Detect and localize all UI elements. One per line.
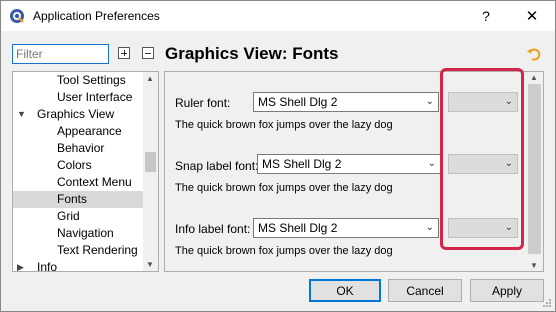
tree-item-label: Graphics View	[37, 107, 115, 121]
resize-grip-icon[interactable]	[542, 298, 552, 308]
scroll-down-icon[interactable]: ▼	[530, 261, 538, 270]
tree-item-label: Grid	[57, 209, 80, 223]
snap-label-font-preview: The quick brown fox jumps over the lazy …	[175, 182, 393, 194]
settings-tree: Tool Settings User Interface ▼ Graphics V…	[12, 71, 159, 272]
tree-item-label: Context Menu	[57, 175, 132, 189]
tree-item-label: Fonts	[57, 192, 88, 206]
info-label-font-label: Info label font:	[175, 222, 251, 236]
tree-item-label: User Interface	[57, 90, 133, 104]
chevron-down-icon[interactable]: ▼	[17, 106, 26, 123]
ok-button[interactable]: OK	[309, 279, 381, 302]
ruler-font-value: MS Shell Dlg 2	[258, 95, 338, 109]
snap-label-font-value: MS Shell Dlg 2	[262, 157, 342, 171]
snap-label-font-label: Snap label font:	[175, 159, 259, 173]
tree-item-label: Tool Settings	[57, 73, 126, 87]
highlight-annotation	[440, 68, 524, 250]
info-label-font-preview: The quick brown fox jumps over the lazy …	[175, 245, 393, 257]
title-bar: Application Preferences ? ✕	[1, 1, 555, 31]
scroll-up-icon[interactable]: ▲	[146, 74, 154, 83]
info-label-font-value: MS Shell Dlg 2	[258, 221, 338, 235]
tree-item-label: Text Rendering	[57, 243, 138, 257]
tree-scrollbar[interactable]: ▲ ▼	[143, 72, 158, 271]
cancel-button[interactable]: Cancel	[388, 279, 462, 302]
ruler-font-preview: The quick brown fox jumps over the lazy …	[175, 119, 393, 131]
snap-label-font-combo[interactable]: MS Shell Dlg 2 ⌄	[257, 154, 441, 174]
scroll-up-icon[interactable]: ▲	[530, 73, 538, 82]
tree-item-label: Appearance	[57, 124, 122, 138]
help-button[interactable]: ?	[463, 1, 509, 31]
tree-item-label: Navigation	[57, 226, 114, 240]
tree-item-graphics-view[interactable]: ▼ Graphics View	[13, 106, 143, 123]
reset-icon[interactable]	[526, 46, 542, 62]
info-label-font-combo[interactable]: MS Shell Dlg 2 ⌄	[253, 218, 439, 238]
chevron-down-icon: ⌄	[425, 222, 434, 233]
tree-item-label: Colors	[57, 158, 92, 172]
ruler-font-combo[interactable]: MS Shell Dlg 2 ⌄	[253, 92, 439, 112]
chevron-down-icon: ⌄	[425, 96, 434, 107]
apply-button[interactable]: Apply	[470, 279, 544, 302]
chevron-right-icon[interactable]: ▶	[17, 259, 24, 271]
tree-item-label: Info	[37, 260, 58, 272]
tree-item-user-interface[interactable]: User Interface	[13, 89, 143, 106]
close-button[interactable]: ✕	[509, 1, 555, 31]
scrollbar-thumb[interactable]	[528, 84, 541, 254]
ruler-font-label: Ruler font:	[175, 96, 231, 110]
app-logo-icon	[10, 9, 24, 23]
window-title: Application Preferences	[33, 9, 160, 23]
filter-input[interactable]	[12, 44, 109, 64]
tree-item-appearance[interactable]: Appearance	[13, 123, 143, 140]
tree-item-text-rendering[interactable]: Text Rendering	[13, 242, 143, 259]
preferences-dialog: Application Preferences ? ✕ Tool Setting…	[0, 0, 556, 312]
scroll-down-icon[interactable]: ▼	[146, 260, 154, 269]
scrollbar-thumb[interactable]	[145, 152, 156, 172]
panel-scrollbar[interactable]: ▲ ▼	[526, 72, 543, 271]
expand-all-icon[interactable]	[118, 47, 130, 59]
tree-item-colors[interactable]: Colors	[13, 157, 143, 174]
tree-item-context-menu[interactable]: Context Menu	[13, 174, 143, 191]
tree-item-navigation[interactable]: Navigation	[13, 225, 143, 242]
tree-item-grid[interactable]: Grid	[13, 208, 143, 225]
page-title: Graphics View: Fonts	[165, 44, 339, 63]
tree-item-label: Behavior	[57, 141, 105, 155]
tree-item-tool-settings[interactable]: Tool Settings	[13, 72, 143, 89]
collapse-all-icon[interactable]	[142, 47, 154, 59]
tree-item-behavior[interactable]: Behavior	[13, 140, 143, 157]
tree-item-fonts[interactable]: Fonts	[13, 191, 143, 208]
tree-item-info[interactable]: ▶ Info	[13, 259, 143, 272]
chevron-down-icon: ⌄	[427, 158, 436, 169]
